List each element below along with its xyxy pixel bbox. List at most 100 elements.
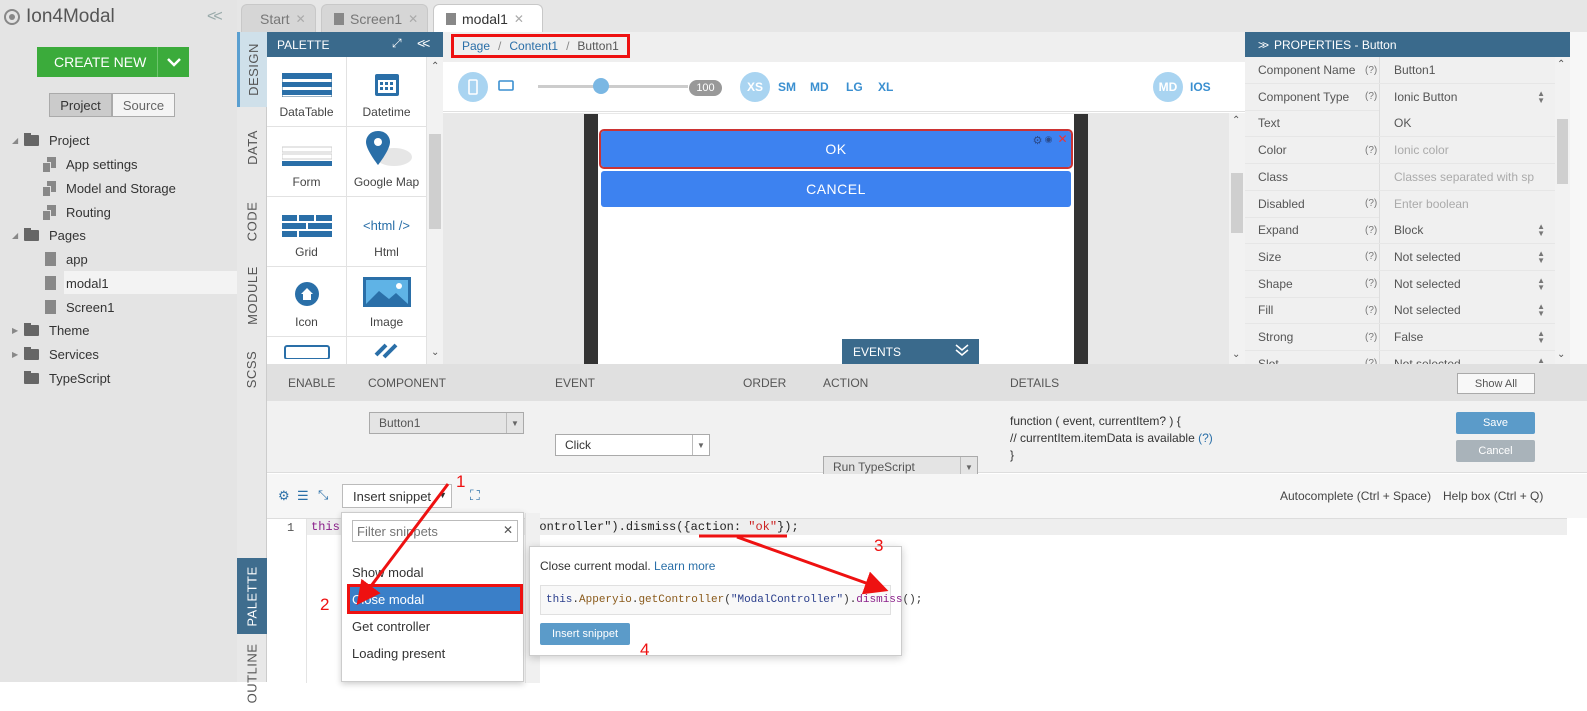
property-value[interactable]: False ▲ ▼ (1379, 324, 1555, 350)
vtab-outline[interactable]: OUTLINE (237, 636, 267, 711)
breakpoint-lg[interactable]: LG (846, 80, 863, 94)
palette-item-partial[interactable] (267, 337, 347, 367)
indent-icon[interactable]: ☰ (297, 488, 309, 504)
property-value[interactable]: OK (1379, 110, 1555, 137)
snippet-filter-input[interactable] (353, 521, 493, 541)
properties-scrollbar[interactable]: ⌃ ⌄ (1555, 57, 1570, 364)
snippet-get-controller[interactable]: Get controller (350, 614, 520, 638)
expanded-icon[interactable]: ◢ (12, 231, 24, 240)
chevron-down-icon[interactable]: ▼ (438, 490, 447, 500)
property-value[interactable]: Button1 (1379, 57, 1555, 83)
mode-md[interactable]: MD (1153, 72, 1183, 102)
breakpoint-xs[interactable]: XS (740, 72, 770, 102)
close-icon[interactable]: ✕ (514, 12, 524, 26)
palette-item-link[interactable] (347, 337, 427, 367)
palette-item-datetime[interactable]: Datetime (347, 57, 427, 127)
mode-ios[interactable]: IOS (1190, 80, 1211, 94)
property-value[interactable]: Classes separated with sp (1379, 163, 1555, 190)
help-icon[interactable]: (?) (1365, 91, 1379, 102)
palette-scrollbar[interactable]: ⌃ ⌄ (427, 57, 443, 364)
vtab-data[interactable]: DATA (237, 110, 267, 185)
property-value[interactable]: Ionic Button ▲ ▼ (1379, 83, 1555, 110)
scroll-up-icon[interactable]: ⌃ (1232, 115, 1240, 126)
property-value[interactable]: Ionic color (1379, 137, 1555, 164)
breadcrumb-content[interactable]: Content1 (509, 39, 558, 53)
save-button[interactable]: Save (1456, 412, 1535, 434)
chevron-down-icon[interactable]: ▼ (692, 435, 709, 455)
help-icon[interactable]: (?) (1365, 225, 1379, 236)
tree-item-typescript[interactable]: TypeScript (12, 368, 110, 388)
property-value[interactable]: Block ▲ ▼ (1379, 217, 1555, 244)
breakpoint-sm[interactable]: SM (778, 80, 796, 94)
fullscreen-icon[interactable]: ⛶ (470, 487, 480, 504)
select-arrows-icon[interactable]: ▲▼ (1537, 303, 1545, 318)
canvas-scrollbar[interactable]: ⌃ ⌄ (1229, 113, 1245, 364)
event-select[interactable]: Click ▼ (555, 434, 710, 456)
palette-item-html[interactable]: <html /> Html (347, 197, 427, 267)
snippet-close-modal[interactable]: Close modal (347, 584, 523, 614)
select-arrows-icon[interactable]: ▲▼ (1537, 330, 1545, 345)
vtab-module[interactable]: MODULE (237, 258, 267, 333)
ok-button[interactable]: OK ⚙ ◉ ✕ (599, 129, 1073, 169)
tree-item-theme[interactable]: ▶ Theme (12, 320, 89, 340)
help-icon[interactable]: (?) (1365, 278, 1379, 289)
scroll-up-icon[interactable]: ⌃ (431, 61, 439, 72)
property-value[interactable]: Not selected▲▼ (1379, 243, 1555, 270)
property-value[interactable]: Enter boolean (1379, 190, 1555, 217)
tab-screen1[interactable]: Screen1 ✕ (321, 4, 428, 32)
events-toggle[interactable]: EVENTS (842, 339, 979, 364)
select-arrows-icon[interactable]: ▲▼ (1537, 223, 1545, 238)
help-icon[interactable]: (?) (1365, 251, 1379, 262)
scroll-up-icon[interactable]: ⌃ (1557, 59, 1565, 70)
collapse-icon[interactable]: << (417, 35, 430, 51)
tab-source[interactable]: Source (112, 93, 175, 117)
help-icon[interactable]: (?) (1365, 198, 1379, 209)
scrollbar-thumb[interactable] (429, 134, 441, 229)
close-icon[interactable]: ✕ (408, 12, 418, 26)
snippet-loading-present[interactable]: Loading present (350, 641, 520, 665)
zoom-slider[interactable] (538, 85, 688, 88)
palette-item-form[interactable]: Form (267, 127, 347, 197)
insert-snippet-dropdown[interactable]: Insert snippet ▼ (342, 484, 452, 508)
cancel-button[interactable]: Cancel (1456, 440, 1535, 462)
vtab-palette[interactable]: PALETTE (237, 558, 267, 634)
breakpoint-md[interactable]: MD (810, 80, 829, 94)
gear-icon[interactable]: ⚙ (1033, 134, 1043, 147)
select-arrows-icon[interactable]: ▲▼ (1537, 276, 1545, 291)
collapsed-icon[interactable]: ▶ (12, 326, 24, 335)
vtab-scss[interactable]: SCSS (237, 332, 267, 407)
snippet-show-modal[interactable]: Show modal (350, 560, 520, 584)
tooltip-insert-snippet-button[interactable]: Insert snippet (540, 623, 630, 645)
phone-device-icon[interactable] (458, 72, 488, 102)
help-icon[interactable]: (?) (1365, 145, 1379, 156)
property-value[interactable]: Not selected▲▼ (1379, 270, 1555, 297)
collapse-arrows-icon[interactable]: ⤡ (318, 487, 328, 503)
breakpoint-xl[interactable]: XL (878, 80, 893, 94)
expand-panel-icon[interactable]: >> (1258, 38, 1269, 52)
snippet-filter[interactable]: ✕ (352, 520, 518, 542)
tree-item-app-settings[interactable]: App settings (42, 154, 138, 174)
tree-item-modal1[interactable]: modal1 (45, 273, 109, 293)
select-arrows-icon[interactable]: ▲▼ (1537, 89, 1545, 104)
palette-item-icon[interactable]: Icon (267, 267, 347, 337)
tablet-device-icon[interactable] (498, 80, 514, 95)
close-icon[interactable]: ✕ (296, 12, 306, 26)
tree-item-services[interactable]: ▶ Services (12, 344, 99, 364)
show-all-button[interactable]: Show All (1457, 373, 1535, 394)
palette-item-google-map[interactable]: Google Map (347, 127, 427, 197)
cancel-button[interactable]: CANCEL (601, 171, 1071, 207)
tree-item-screen1[interactable]: Screen1 (45, 297, 114, 317)
expanded-icon[interactable]: ◢ (12, 136, 24, 145)
settings-icon[interactable]: ⚙ (278, 488, 290, 504)
tab-start[interactable]: Start ✕ (241, 4, 316, 32)
vtab-code[interactable]: CODE (237, 184, 267, 259)
collapsed-icon[interactable]: ▶ (12, 350, 24, 359)
scroll-down-icon[interactable]: ⌄ (1557, 349, 1565, 360)
scroll-down-icon[interactable]: ⌄ (1232, 349, 1240, 360)
tree-item-pages[interactable]: ◢ Pages (12, 225, 86, 245)
help-link[interactable]: (?) (1198, 431, 1213, 445)
breadcrumb-page[interactable]: Page (462, 39, 490, 53)
tree-item-project[interactable]: ◢ Project (12, 130, 89, 150)
help-icon[interactable]: (?) (1365, 332, 1379, 343)
help-icon[interactable]: (?) (1365, 305, 1379, 316)
